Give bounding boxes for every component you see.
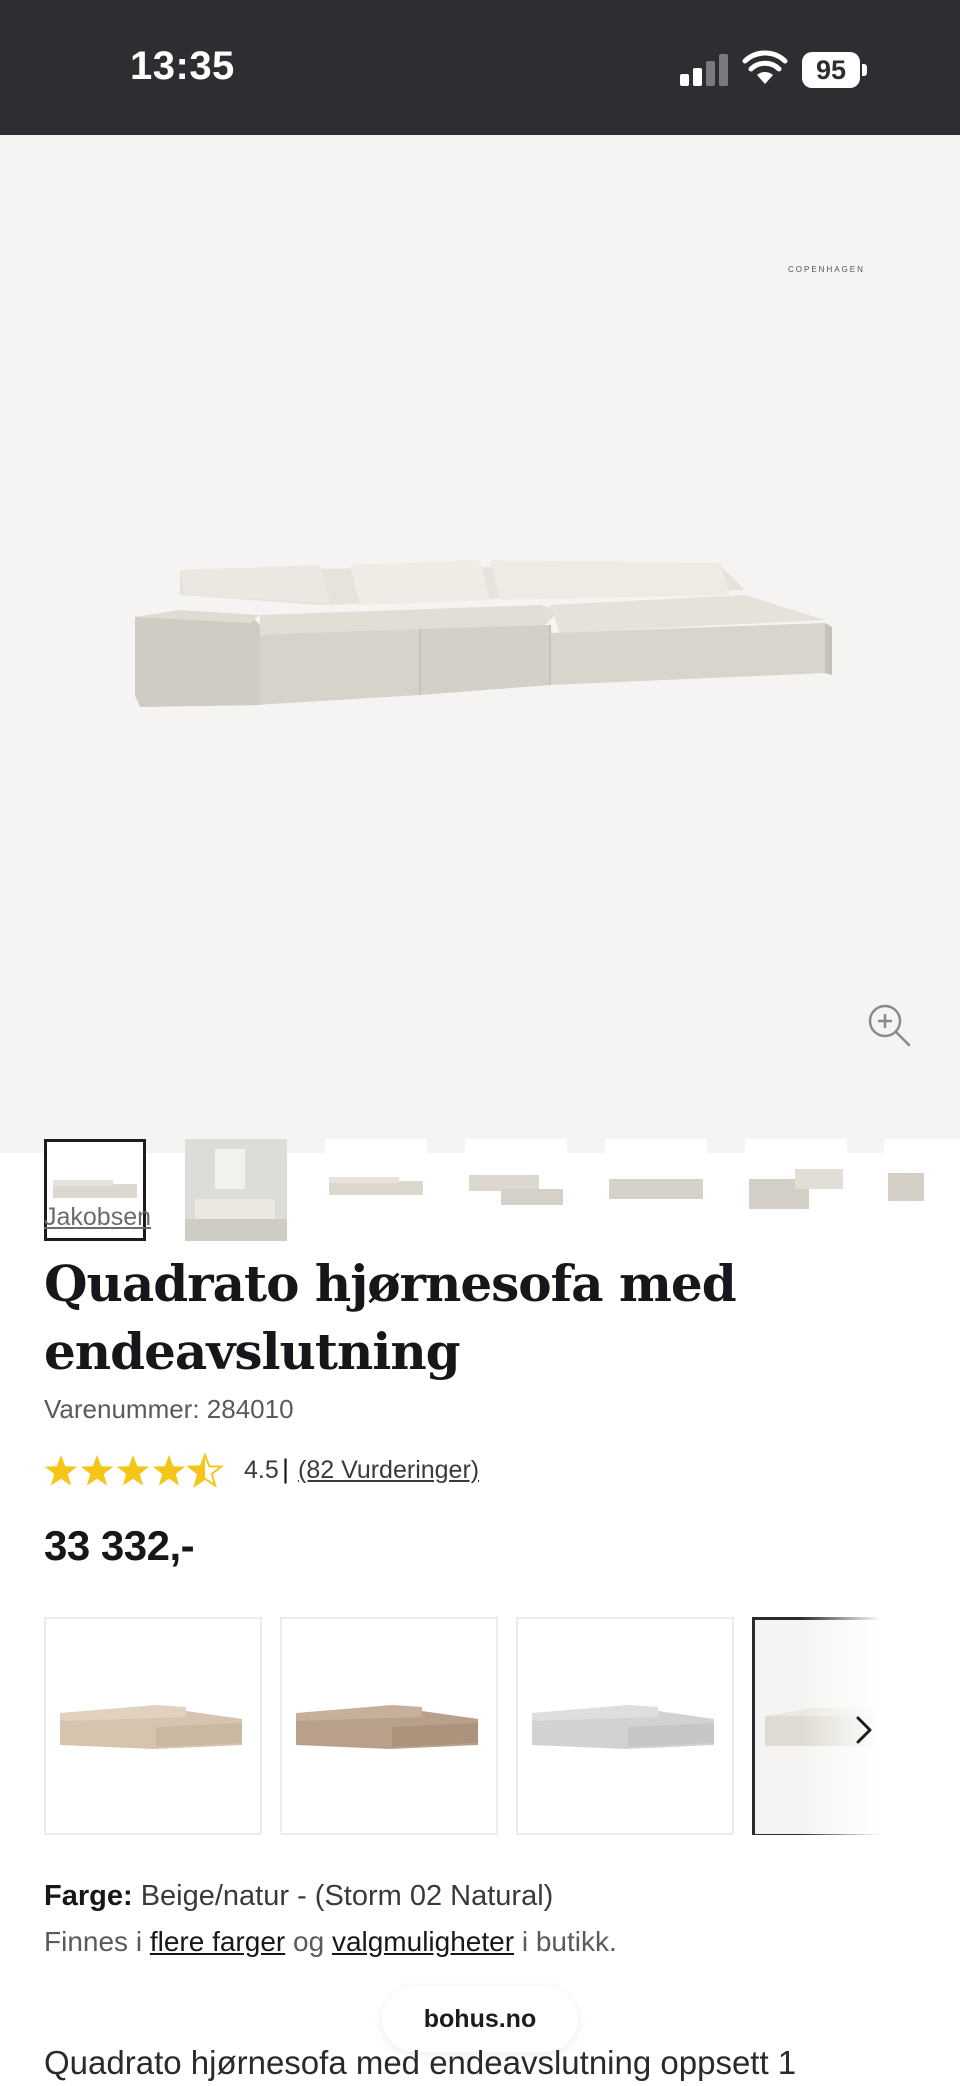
thumbnail-2[interactable] (185, 1139, 287, 1241)
thumbnail-6[interactable] (745, 1139, 847, 1241)
product-sku: Varenummer: 284010 (44, 1394, 294, 1424)
url-pill[interactable]: bohus.no (382, 1986, 578, 2052)
product-title-line-1: Quadrato hjørnesofa med (44, 1254, 737, 1313)
battery-icon: 95 (802, 52, 867, 88)
availability-prefix: Finnes i (44, 1926, 150, 1957)
product-title-line-2: endeavslutning (44, 1322, 461, 1381)
product-price: 33 332,- (44, 1522, 195, 1569)
status-time: 13:35 (130, 44, 235, 88)
swatch-beige[interactable] (44, 1617, 262, 1835)
zoom-in-icon[interactable] (866, 1002, 912, 1048)
wifi-icon (742, 50, 788, 84)
thumbnail-3[interactable] (325, 1139, 427, 1241)
availability-mid: og (285, 1926, 332, 1957)
battery-level: 95 (815, 55, 847, 85)
brand-watermark: COPENHAGEN (788, 265, 865, 274)
thumbnail-7[interactable] (884, 1139, 960, 1241)
rating-value: 4.5 (244, 1456, 279, 1484)
rating: 4.5 | (82 Vurderinger) (44, 1452, 744, 1488)
swatch-grey[interactable] (516, 1617, 734, 1835)
chevron-right-icon[interactable] (848, 1712, 878, 1748)
product-title: Quadrato hjørnesofa med endeavslutning (44, 1250, 904, 1386)
star-rating-icon (44, 1454, 223, 1487)
color-label: Farge: (44, 1880, 133, 1912)
more-colors-link[interactable]: flere farger (150, 1926, 285, 1957)
availability-info: Finnes i flere farger og valgmuligheter … (44, 1926, 617, 1958)
product-image[interactable] (120, 555, 840, 755)
signal-icon (680, 52, 730, 86)
color-swatches[interactable] (0, 1617, 880, 1837)
swatch-brown[interactable] (280, 1617, 498, 1835)
options-link[interactable]: valgmuligheter (332, 1926, 514, 1957)
status-bar: 13:35 95 (0, 0, 960, 135)
brand-link[interactable]: Jakobsen (44, 1203, 151, 1232)
rating-separator: | (282, 1454, 290, 1484)
thumbnail-4[interactable] (465, 1139, 567, 1241)
availability-suffix: i butikk. (514, 1926, 617, 1957)
color-value: Beige/natur - (Storm 02 Natural) (132, 1880, 554, 1912)
thumbnail-5[interactable] (605, 1139, 707, 1241)
color-info: Farge: Beige/natur - (Storm 02 Natural) (44, 1880, 553, 1913)
product-gallery[interactable]: COPENHAGEN (0, 135, 960, 1241)
product-description: Quadrato hjørnesofa med endeavslutning o… (44, 2044, 797, 2081)
reviews-link[interactable]: (82 Vurderinger) (298, 1456, 479, 1485)
